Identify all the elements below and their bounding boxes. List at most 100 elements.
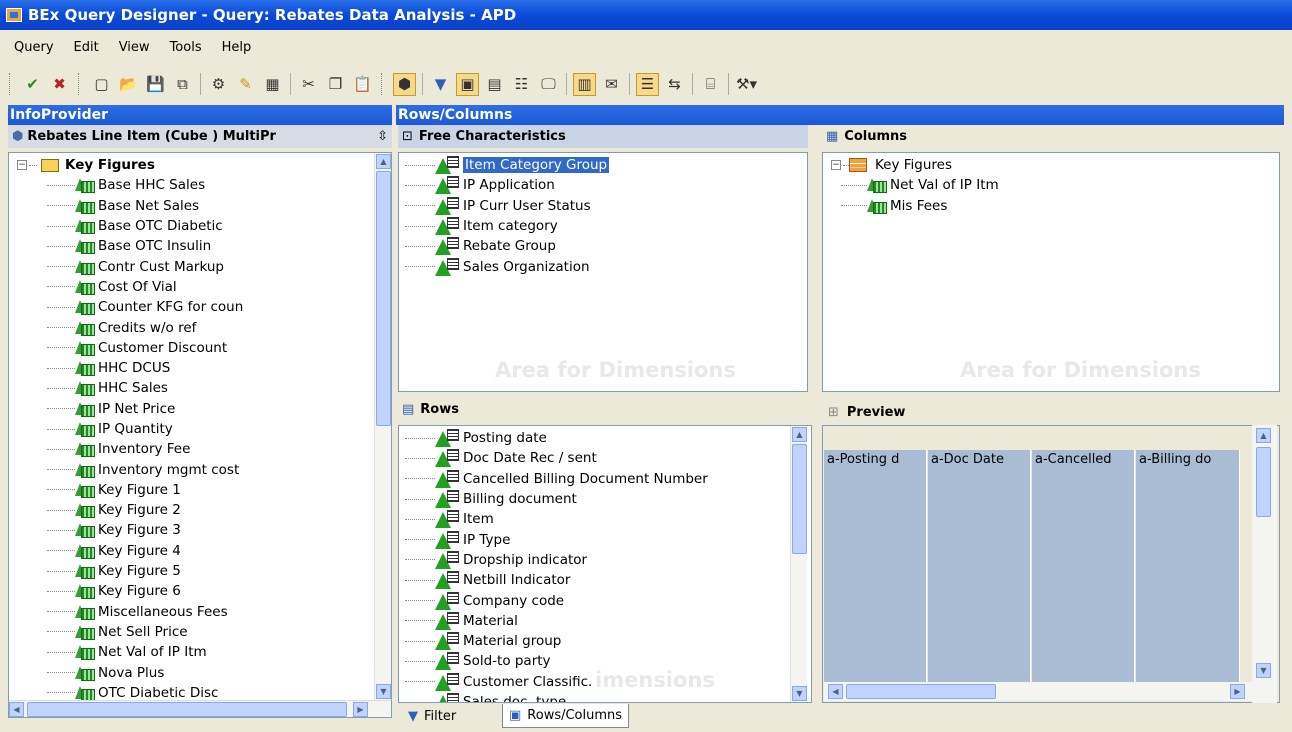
hscroll-thumb[interactable]	[27, 702, 347, 717]
free-characteristic-item[interactable]: Item Category Group	[399, 155, 807, 175]
column-item[interactable]: Net Val of IP Itm	[823, 175, 1279, 195]
cut-icon[interactable]: ✂	[297, 73, 320, 96]
tree-item[interactable]: Key Figure 2	[9, 500, 374, 520]
row-item[interactable]: Billing document	[399, 489, 794, 509]
tree-item[interactable]: Net Val of IP Itm	[9, 642, 374, 662]
scroll-right-icon[interactable]: ▶	[353, 702, 368, 717]
scroll-down-icon[interactable]: ▼	[376, 684, 391, 699]
scroll-down-icon[interactable]: ▼	[792, 686, 807, 701]
toolbar-grip[interactable]	[78, 73, 81, 95]
scroll-left-icon[interactable]: ◀	[828, 684, 843, 699]
infoprovider-vscroll[interactable]: ▲ ▼	[374, 153, 391, 700]
tab-filter[interactable]: ▼ Filter	[402, 704, 462, 728]
tree-item[interactable]: HHC DCUS	[9, 358, 374, 378]
infoprovider-icon[interactable]: ⬢	[393, 72, 416, 96]
where-used-list-icon[interactable]: ⇆	[663, 73, 686, 96]
columns-area[interactable]: − Key Figures Net Val of IP Itm Mis Fees …	[822, 152, 1280, 392]
row-item[interactable]: Posting date	[399, 428, 794, 448]
tree-item[interactable]: Miscellaneous Fees	[9, 602, 374, 622]
tab-rows-columns[interactable]: ▣ Rows/Columns	[502, 704, 630, 728]
cancel-icon[interactable]: ✖	[48, 73, 71, 96]
hscroll-thumb[interactable]	[846, 684, 996, 699]
free-characteristic-item[interactable]: Rebate Group	[399, 236, 807, 256]
messages-icon[interactable]: ☰	[636, 72, 659, 96]
menu-view[interactable]: View	[119, 40, 150, 55]
tools-dropdown-icon[interactable]: ⚒▾	[735, 73, 758, 96]
paste-icon[interactable]: 📋	[351, 73, 374, 96]
check-query-icon[interactable]: ✎	[234, 73, 257, 96]
infoprovider-hscroll[interactable]: ◀ ▶	[9, 700, 391, 717]
infoprovider-cube-header[interactable]: ⬢ Rebates Line Item (Cube ) MultiPr ⇳	[8, 125, 392, 148]
sort-icon[interactable]: ⇳	[377, 129, 388, 144]
row-item[interactable]: Company code	[399, 590, 794, 610]
tree-item[interactable]: Contr Cust Markup	[9, 256, 374, 276]
tree-item[interactable]: Key Figure 4	[9, 541, 374, 561]
rows-area[interactable]: Posting date Doc Date Rec / sent Cancelled…	[398, 425, 812, 703]
scroll-up-icon[interactable]: ▲	[792, 427, 807, 442]
tree-item[interactable]: Base OTC Diabetic	[9, 216, 374, 236]
scroll-up-icon[interactable]: ▲	[376, 154, 391, 169]
row-item[interactable]: Sales doc. type	[399, 692, 794, 702]
tree-item[interactable]: Nova Plus	[9, 662, 374, 682]
menu-edit[interactable]: Edit	[74, 40, 99, 55]
columns-root-key-figures[interactable]: − Key Figures	[823, 155, 1279, 175]
properties-icon[interactable]: ⚙	[207, 73, 230, 96]
row-item[interactable]: IP Type	[399, 529, 794, 549]
row-item[interactable]: Item	[399, 509, 794, 529]
save-all-icon[interactable]: ⧉	[171, 73, 194, 96]
technical-names-icon[interactable]: ⌸	[699, 73, 722, 96]
scroll-up-icon[interactable]: ▲	[1256, 428, 1271, 443]
where-used-icon[interactable]: ▦	[261, 73, 284, 96]
row-item[interactable]: Netbill Indicator	[399, 570, 794, 590]
tree-item[interactable]: IP Quantity	[9, 419, 374, 439]
free-characteristic-item[interactable]: IP Curr User Status	[399, 196, 807, 216]
menu-tools[interactable]: Tools	[170, 40, 202, 55]
scroll-thumb[interactable]	[792, 444, 807, 554]
tree-item[interactable]: Key Figure 1	[9, 480, 374, 500]
tree-item[interactable]: Customer Discount	[9, 338, 374, 358]
toolbar-grip[interactable]	[381, 73, 384, 95]
tree-item[interactable]: Key Figure 3	[9, 520, 374, 540]
free-characteristic-item[interactable]: IP Application	[399, 175, 807, 195]
scroll-left-icon[interactable]: ◀	[9, 702, 24, 717]
tree-item[interactable]: IP Net Price	[9, 399, 374, 419]
open-icon[interactable]: 📂	[117, 73, 140, 96]
row-item[interactable]: Material group	[399, 631, 794, 651]
preview-vscroll[interactable]: ▲ ▼	[1252, 425, 1277, 703]
scroll-thumb[interactable]	[376, 171, 391, 426]
tree-item[interactable]: Base Net Sales	[9, 196, 374, 216]
scroll-down-icon[interactable]: ▼	[1256, 663, 1271, 678]
tree-item[interactable]: Cost Of Vial	[9, 277, 374, 297]
rows-vscroll[interactable]: ▲ ▼	[790, 426, 807, 702]
tree-item[interactable]: HHC Sales	[9, 378, 374, 398]
row-item[interactable]: Doc Date Rec / sent	[399, 448, 794, 468]
rows-columns-icon[interactable]: ▣	[456, 72, 479, 96]
check-icon[interactable]: ✔	[21, 73, 44, 96]
tree-item[interactable]: Base HHC Sales	[9, 175, 374, 195]
tree-root-key-figures[interactable]: − Key Figures	[9, 155, 374, 175]
cells-icon[interactable]: ▤	[483, 73, 506, 96]
tree-item[interactable]: Counter KFG for coun	[9, 297, 374, 317]
copy-icon[interactable]: ❐	[324, 73, 347, 96]
collapse-icon[interactable]: −	[17, 160, 27, 171]
tasks-icon[interactable]: ✉	[600, 73, 623, 96]
scroll-thumb[interactable]	[1256, 447, 1271, 517]
tree-item[interactable]: Net Sell Price	[9, 622, 374, 642]
free-characteristics-area[interactable]: Item Category Group IP Application IP Curr…	[398, 152, 808, 392]
tree-item[interactable]: Inventory mgmt cost	[9, 459, 374, 479]
exceptions-icon[interactable]: 🖵	[537, 73, 560, 96]
row-item[interactable]: Cancelled Billing Document Number	[399, 469, 794, 489]
scroll-right-icon[interactable]: ▶	[1230, 684, 1245, 699]
new-icon[interactable]: ▢	[90, 73, 113, 96]
tree-item[interactable]: Key Figure 6	[9, 581, 374, 601]
preview-hscroll[interactable]: ◀ ▶	[824, 682, 1252, 701]
tree-item[interactable]: Base OTC Insulin	[9, 236, 374, 256]
tree-item[interactable]: Inventory Fee	[9, 439, 374, 459]
toolbar-grip[interactable]	[9, 73, 12, 95]
column-item[interactable]: Mis Fees	[823, 196, 1279, 216]
properties-pane-icon[interactable]: ▥	[573, 72, 596, 96]
save-icon[interactable]: 💾	[144, 73, 167, 96]
row-item[interactable]: Dropship indicator	[399, 550, 794, 570]
row-item[interactable]: Material	[399, 611, 794, 631]
tree-item[interactable]: Credits w/o ref	[9, 317, 374, 337]
